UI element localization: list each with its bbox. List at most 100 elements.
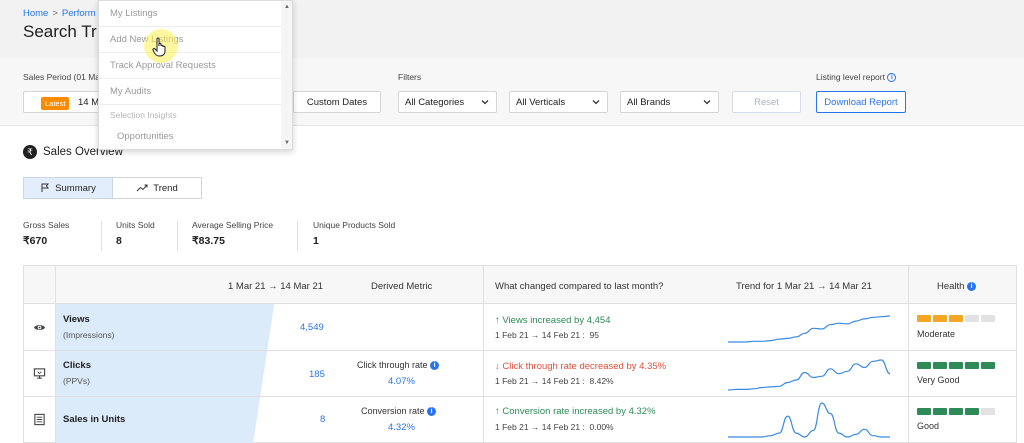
tab-trend[interactable]: Trend <box>113 178 201 198</box>
breadcrumb-separator: > <box>52 8 58 19</box>
breadcrumb: Home > Perform <box>23 8 96 19</box>
health-segment <box>965 362 979 369</box>
menu-item-my-listings[interactable]: My Listings <box>110 8 158 19</box>
info-icon[interactable]: i <box>427 407 437 417</box>
stat-label: Gross Sales <box>23 220 70 230</box>
categories-select[interactable]: All Categories <box>398 91 497 113</box>
sales-period-label: Sales Period (01 Ma <box>23 72 101 82</box>
derived-metric-value: 4.32% <box>388 422 415 433</box>
health-segment <box>933 362 947 369</box>
stat-divider <box>101 221 102 251</box>
metric-sublabel: (PPVs) <box>63 376 90 386</box>
menu-item-opportunities[interactable]: Opportunities <box>117 131 174 142</box>
info-icon[interactable]: i <box>430 361 440 371</box>
tab-trend-label: Trend <box>153 182 178 194</box>
header-period: 1 Mar 21 → 14 Mar 21 <box>228 281 324 292</box>
menu-section-selection-insights: Selection Insights <box>110 110 177 120</box>
derived-metric-label: Conversion rate i <box>361 406 437 417</box>
metric-value: 8 <box>320 414 326 425</box>
chevron-down-icon <box>481 100 489 105</box>
previous-value: 95 <box>589 330 599 340</box>
trend-sparkline <box>728 359 891 391</box>
menu-divider <box>99 26 283 27</box>
health-segment <box>949 315 963 322</box>
metric-name: Clicks <box>63 360 91 371</box>
health-segment <box>917 362 931 369</box>
download-report-button[interactable]: Download Report <box>816 91 906 113</box>
trend-sparkline <box>728 315 891 343</box>
health-segment <box>949 408 963 415</box>
column-divider <box>483 266 484 443</box>
overview-tabs: Summary Trend <box>23 177 202 199</box>
listing-report-text: Listing level report <box>816 72 885 82</box>
trend-sparkline <box>728 402 890 438</box>
monitor-icon <box>33 368 46 379</box>
previous-range: 1 Feb 21 → 14 Feb 21 : <box>495 376 585 386</box>
stat-value: ₹670 <box>23 235 48 247</box>
verticals-select[interactable]: All Verticals <box>509 91 608 113</box>
health-segment <box>917 315 931 322</box>
stat-average-selling-price: Average Selling Price ₹83.75 <box>192 220 273 247</box>
stat-value: ₹83.75 <box>192 235 225 247</box>
brands-select[interactable]: All Brands <box>620 91 719 113</box>
metrics-table: 1 Mar 21 → 14 Mar 21 Derived Metric What… <box>23 265 1017 443</box>
categories-value: All Categories <box>405 96 465 108</box>
tab-summary[interactable]: Summary <box>24 178 113 198</box>
health-label: Very Good <box>917 375 960 385</box>
custom-dates-button[interactable]: Custom Dates <box>293 91 381 113</box>
previous-value: 0.00% <box>589 422 614 432</box>
row-divider <box>24 396 1016 397</box>
breadcrumb-home-link[interactable]: Home <box>23 8 48 19</box>
breadcrumb-current-link[interactable]: Perform <box>62 8 96 19</box>
sales-period-value: 14 M <box>78 97 100 108</box>
reset-button[interactable]: Reset <box>732 91 801 113</box>
header-trend: Trend for 1 Mar 21 → 14 Mar 21 <box>736 281 872 292</box>
menu-divider <box>99 52 283 53</box>
health-segment <box>981 362 995 369</box>
health-segment <box>917 408 931 415</box>
hand-cursor-icon <box>152 37 166 57</box>
row-divider <box>24 350 1016 351</box>
download-report-label: Download Report <box>824 96 898 108</box>
custom-dates-label: Custom Dates <box>306 96 368 108</box>
health-segment <box>965 408 979 415</box>
change-text: ↑ Views increased by 4,454 <box>495 315 611 326</box>
health-label: Good <box>917 421 940 431</box>
scroll-down-icon[interactable]: ▼ <box>284 140 290 146</box>
previous-range: 1 Feb 21 → 14 Feb 21 : <box>495 422 585 432</box>
reset-label: Reset <box>754 96 779 108</box>
health-label: Moderate <box>917 329 956 339</box>
previous-period: 1 Feb 21 → 14 Feb 21 : 0.00% <box>495 422 614 432</box>
stat-value: 8 <box>116 235 122 247</box>
health-segment <box>933 408 947 415</box>
menu-item-my-audits[interactable]: My Audits <box>110 86 151 97</box>
stat-units-sold: Units Sold 8 <box>116 220 155 247</box>
tab-summary-label: Summary <box>55 182 96 194</box>
metric-name: Sales in Units <box>63 414 126 425</box>
menu-divider <box>99 104 283 105</box>
eye-icon <box>33 325 46 330</box>
menu-divider <box>99 78 283 79</box>
metric-sublabel: (Impressions) <box>63 330 115 340</box>
column-divider <box>55 266 56 443</box>
metric-value: 4,549 <box>300 322 324 333</box>
latest-badge: Latest <box>41 97 70 110</box>
derived-label: Conversion rate <box>361 406 425 416</box>
trend-icon <box>136 184 148 192</box>
health-meter <box>917 315 995 322</box>
info-icon[interactable]: i <box>967 281 977 291</box>
chevron-down-icon <box>703 100 711 105</box>
header-health-label: Health <box>937 281 965 292</box>
list-icon <box>34 413 45 426</box>
header-derived-metric: Derived Metric <box>371 281 433 292</box>
previous-period: 1 Feb 21 → 14 Feb 21 : 8.42% <box>495 376 614 386</box>
health-meter <box>917 362 995 369</box>
stat-unique-products: Unique Products Sold 1 <box>313 220 395 247</box>
menu-scrollbar[interactable]: ▲ ▼ <box>281 1 292 149</box>
previous-value: 8.42% <box>589 376 614 386</box>
scroll-up-icon[interactable]: ▲ <box>284 4 290 10</box>
stat-label: Average Selling Price <box>192 220 274 230</box>
header-health: Health i <box>937 281 977 292</box>
info-icon[interactable]: i <box>887 73 897 83</box>
metric-name: Views <box>63 314 90 325</box>
